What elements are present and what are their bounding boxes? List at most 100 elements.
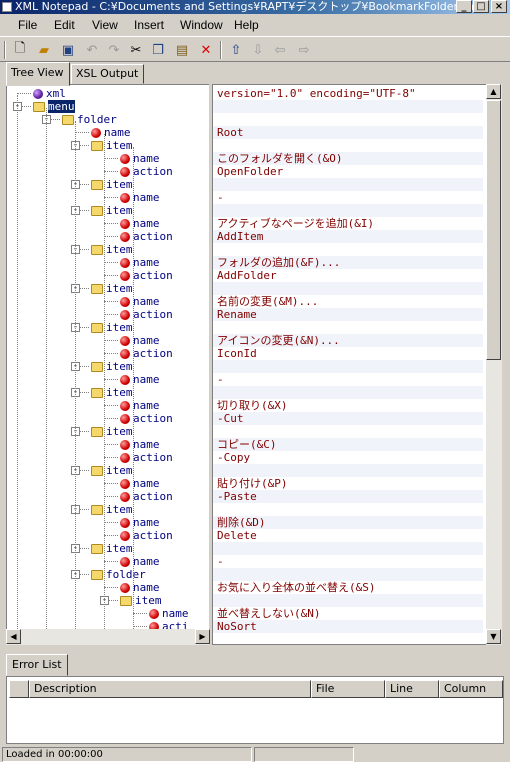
node-value[interactable]: IconId <box>217 347 257 360</box>
column-header-blank[interactable] <box>9 680 29 698</box>
tree-node-attr[interactable]: action <box>120 529 173 542</box>
tree-node-pi[interactable]: xml <box>33 87 66 100</box>
tree-node-attr[interactable]: name <box>120 399 160 412</box>
node-value[interactable]: OpenFolder <box>217 165 283 178</box>
node-value[interactable]: AddItem <box>217 230 263 243</box>
tab-tree-view[interactable]: Tree View <box>6 62 70 86</box>
node-value[interactable]: NoSort <box>217 620 257 633</box>
paste-icon[interactable]: ▤ <box>172 40 192 60</box>
tree-node-attr[interactable]: name <box>120 256 160 269</box>
scroll-right-arrow-icon[interactable]: ▶ <box>195 629 210 644</box>
copy-icon[interactable]: ❐ <box>148 40 168 60</box>
node-value[interactable]: アクティブなページを追加(&I) <box>217 217 374 230</box>
tree-node-attr[interactable]: action <box>120 165 173 178</box>
tree-node-folder[interactable]: item <box>91 542 133 555</box>
undo-icon[interactable]: ↶ <box>82 40 102 60</box>
tree-node-folder[interactable]: item <box>91 204 133 217</box>
scroll-thumb[interactable] <box>486 100 501 360</box>
menu-edit[interactable]: Edit <box>54 18 75 32</box>
node-value[interactable]: -Copy <box>217 451 250 464</box>
delete-icon[interactable]: ✕ <box>196 40 216 60</box>
node-value[interactable]: このフォルダを開く(&O) <box>217 152 343 165</box>
menu-file[interactable]: File <box>18 18 37 32</box>
tree-horizontal-scrollbar[interactable]: ◀ ▶ <box>6 629 210 645</box>
tree-node-attr[interactable]: name <box>120 438 160 451</box>
tree-node-folder[interactable]: folder <box>62 113 117 126</box>
node-value[interactable]: version="1.0" encoding="UTF-8" <box>217 87 416 100</box>
tree-node-attr[interactable]: name <box>120 373 160 386</box>
node-value[interactable]: お気に入り全体の並べ替え(&S) <box>217 581 376 594</box>
tree-node-folder[interactable]: item <box>91 243 133 256</box>
tab-xsl-output[interactable]: XSL Output <box>71 64 144 84</box>
cut-icon[interactable]: ✂ <box>126 40 146 60</box>
menu-help[interactable]: Help <box>234 18 259 32</box>
tree-node-folder[interactable]: menu <box>33 100 75 113</box>
tree-node-folder[interactable]: item <box>91 386 133 399</box>
node-value[interactable]: -Paste <box>217 490 257 503</box>
tree-node-attr[interactable]: name <box>120 191 160 204</box>
tree-node-attr[interactable]: name <box>120 152 160 165</box>
node-value[interactable]: 切り取り(&X) <box>217 399 288 412</box>
tree-node-folder[interactable]: item <box>91 464 133 477</box>
node-value[interactable]: 並べ替えしない(&N) <box>217 607 321 620</box>
tree-node-attr[interactable]: name <box>120 516 160 529</box>
tree-node-folder[interactable]: item <box>91 503 133 516</box>
node-value[interactable]: AddFolder <box>217 269 277 282</box>
node-value[interactable]: フォルダの追加(&F)... <box>217 256 340 269</box>
tree-node-attr[interactable]: name <box>120 334 160 347</box>
node-value[interactable]: Delete <box>217 529 257 542</box>
new-icon[interactable]: 🗋 <box>10 40 30 60</box>
open-icon[interactable]: ▰ <box>34 40 54 60</box>
scroll-left-arrow-icon[interactable]: ◀ <box>6 629 21 644</box>
tree-node-folder[interactable]: item <box>91 425 133 438</box>
tree-node-attr[interactable]: name <box>120 477 160 490</box>
column-header-description[interactable]: Description <box>29 680 311 698</box>
scroll-down-arrow-icon[interactable]: ▼ <box>486 629 501 644</box>
minimize-button[interactable]: _ <box>456 0 472 13</box>
tree-node-attr[interactable]: name <box>120 581 160 594</box>
tree-node-attr[interactable]: name <box>120 295 160 308</box>
node-value[interactable]: - <box>217 191 224 204</box>
node-value[interactable]: -Cut <box>217 412 244 425</box>
tree-node-folder[interactable]: folder <box>91 568 146 581</box>
nudge-right-icon[interactable]: ⇨ <box>294 40 314 60</box>
nudge-up-icon[interactable]: ⇧ <box>226 40 246 60</box>
tree-node-folder[interactable]: item <box>91 360 133 373</box>
node-value[interactable]: 名前の変更(&M)... <box>217 295 318 308</box>
tree-node-attr[interactable]: action <box>120 347 173 360</box>
tree-node-folder[interactable]: item <box>91 139 133 152</box>
tree-node-attr[interactable]: action <box>120 451 173 464</box>
tree-node-folder[interactable]: item <box>91 178 133 191</box>
node-value[interactable]: アイコンの変更(&N)... <box>217 334 340 347</box>
menu-insert[interactable]: Insert <box>134 18 164 32</box>
tree-node-attr[interactable]: name <box>149 607 189 620</box>
node-value[interactable]: - <box>217 373 224 386</box>
value-vertical-scrollbar[interactable]: ▲ ▼ <box>486 84 502 645</box>
tree-node-attr[interactable]: action <box>120 269 173 282</box>
close-button[interactable]: × <box>491 0 507 13</box>
redo-icon[interactable]: ↷ <box>104 40 124 60</box>
node-value[interactable]: 貼り付け(&P) <box>217 477 288 490</box>
node-value[interactable]: Rename <box>217 308 257 321</box>
tree-node-folder[interactable]: item <box>91 282 133 295</box>
tree-node-attr[interactable]: name <box>120 555 160 568</box>
tree-node-attr[interactable]: action <box>120 308 173 321</box>
column-header-column[interactable]: Column <box>439 680 503 698</box>
tab-error-list[interactable]: Error List <box>6 654 68 676</box>
menu-view[interactable]: View <box>92 18 118 32</box>
tree-node-attr[interactable]: action <box>120 412 173 425</box>
save-icon[interactable]: ▣ <box>58 40 78 60</box>
maximize-button[interactable]: □ <box>473 0 489 13</box>
menu-window[interactable]: Window <box>180 18 223 32</box>
tree-node-attr[interactable]: action <box>120 230 173 243</box>
node-value[interactable]: コピー(&C) <box>217 438 277 451</box>
node-value[interactable]: 削除(&D) <box>217 516 266 529</box>
nudge-left-icon[interactable]: ⇦ <box>270 40 290 60</box>
tree-pane[interactable]: xml - menu - folder name - item name action - item n… <box>6 84 210 645</box>
value-pane[interactable]: version="1.0" encoding="UTF-8" Root このフォルダ… <box>212 84 502 645</box>
node-value[interactable]: Root <box>217 126 244 139</box>
nudge-down-icon[interactable]: ⇩ <box>248 40 268 60</box>
column-header-line[interactable]: Line <box>385 680 439 698</box>
tree-node-attr[interactable]: name <box>120 217 160 230</box>
tree-node-attr[interactable]: action <box>120 490 173 503</box>
